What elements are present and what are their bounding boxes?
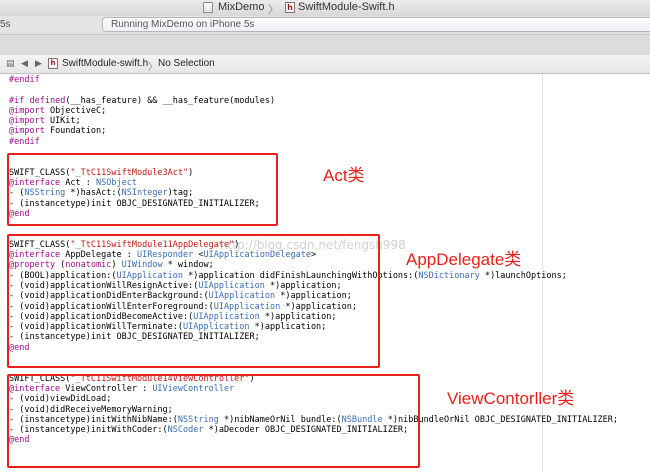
act-annotation: Act类	[323, 166, 365, 185]
code-line[interactable]: @import ObjectiveC;	[9, 106, 106, 116]
viewcontroller-annotation: ViewContorller类	[447, 389, 575, 408]
appdelegate-annotation: AppDelegate类	[406, 250, 522, 269]
xcode-project-icon	[203, 2, 213, 13]
jump-bar: ▤ ◀ ▶ h SwiftModule-swift.h 〉 No Selecti…	[0, 55, 650, 74]
code-line[interactable]: @import UIKit;	[9, 116, 81, 126]
toolbar: 5s Running MixDemo on iPhone 5s	[0, 16, 650, 35]
viewcontroller-class-highlight-box	[7, 374, 420, 468]
title-separator: 〉	[268, 4, 279, 16]
activity-viewer: Running MixDemo on iPhone 5s	[102, 17, 650, 32]
related-items-icon[interactable]: ▤	[6, 59, 15, 69]
code-line[interactable]: #if defined(__has_feature) && __has_feat…	[9, 96, 275, 106]
jump-bar-file[interactable]: SwiftModule-swift.h	[62, 58, 148, 69]
jump-bar-separator: 〉	[148, 62, 158, 73]
window-title-file: SwiftModule-Swift.h	[298, 1, 395, 13]
toolbar-gap	[0, 35, 650, 55]
source-editor[interactable]: #endif #if defined(__has_feature) && __h…	[0, 74, 650, 472]
jump-bar-selection[interactable]: No Selection	[158, 58, 215, 69]
appdelegate-class-highlight-box	[7, 234, 380, 368]
code-line[interactable]: #endif	[9, 75, 40, 85]
chevron-left-icon[interactable]: ◀	[21, 59, 28, 69]
code-line[interactable]: @import Foundation;	[9, 126, 106, 136]
window-titlebar: MixDemo 〉 h SwiftModule-Swift.h	[0, 0, 650, 17]
chevron-right-icon[interactable]: ▶	[35, 59, 42, 69]
header-file-icon: h	[285, 2, 295, 13]
project-name: MixDemo	[218, 1, 265, 13]
act-class-highlight-box	[7, 153, 278, 226]
header-file-icon: h	[48, 58, 58, 69]
scheme-selector[interactable]: 5s	[0, 19, 11, 30]
code-line[interactable]: #endif	[9, 137, 40, 147]
run-status-text: Running MixDemo on iPhone 5s	[111, 19, 255, 30]
